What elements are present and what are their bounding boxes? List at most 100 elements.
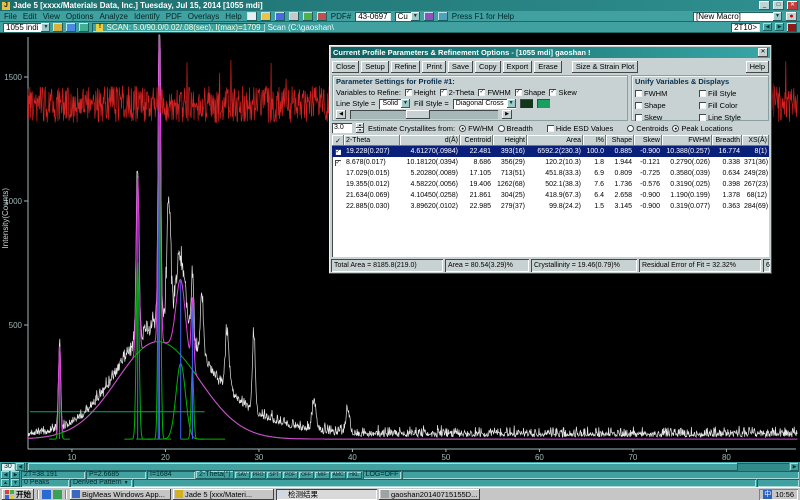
pattern-select[interactable]: Derived Pattern ▼ <box>70 479 132 487</box>
file-select[interactable]: 1055 indi▼ <box>3 23 50 32</box>
mini-button-pro[interactable]: PRO <box>251 472 266 479</box>
export-button[interactable]: Export <box>503 61 533 73</box>
unify-skew-checkbox[interactable]: Skew <box>635 113 695 122</box>
dropdown-icon[interactable]: ▼ <box>773 12 782 21</box>
close-button[interactable]: ✕ <box>787 1 798 10</box>
pdf-number-field[interactable]: 43-0697 <box>355 12 390 21</box>
menu-identify[interactable]: Identify <box>133 12 161 21</box>
menu-overlays[interactable]: Overlays <box>187 12 221 21</box>
dialog-close-button[interactable]: ✕ <box>758 48 768 57</box>
sq-analysis-icon[interactable] <box>424 12 434 21</box>
breadth-radio[interactable]: Breadth <box>498 124 533 133</box>
profile-row-3[interactable]: 17.029(0.015)5.20280(.0089)17.105713(51)… <box>332 168 769 179</box>
pan-left-button[interactable]: ◀ <box>1 471 10 479</box>
size-strain-plot-button[interactable]: Size & Strain Plot <box>572 61 638 73</box>
dropdown-icon[interactable]: ▼ <box>401 99 410 108</box>
range-next-button[interactable]: ▶ <box>775 23 784 31</box>
save-icon[interactable] <box>275 12 285 21</box>
profile-row-4[interactable]: 19.355(0.012)4.58220(.0056)19.4061262(68… <box>332 179 769 190</box>
task-jade[interactable]: Jade 5 [xxx/Materi... <box>173 489 274 500</box>
stop-icon[interactable] <box>787 23 797 32</box>
setup-button[interactable]: Setup <box>361 61 389 73</box>
open-file-icon[interactable] <box>261 12 271 21</box>
dropdown-icon[interactable]: ▼ <box>41 23 50 32</box>
fill-style-select[interactable]: Diagonal Cross▼ <box>453 99 516 109</box>
refresh-icon[interactable] <box>79 23 89 32</box>
folder-icon[interactable] <box>53 23 63 32</box>
save-button[interactable]: Save <box>448 61 473 73</box>
close-dialog-button[interactable]: Close <box>332 61 359 73</box>
refine-shape-checkbox[interactable]: ✓Shape <box>515 88 546 97</box>
refine-height-checkbox[interactable]: ✓Height <box>405 88 436 97</box>
x-axis-units-button[interactable]: 2-Theta(°) <box>196 471 234 479</box>
task-bigmeas[interactable]: BigMeas Windows App... <box>70 489 171 500</box>
fill-color-swatch[interactable] <box>537 99 550 108</box>
spin-down-button[interactable]: ▼ <box>11 479 20 487</box>
crystallite-factor-field[interactable]: 3.0 <box>332 123 352 133</box>
help-button[interactable]: Help <box>746 61 769 73</box>
dropdown-icon[interactable]: ▼ <box>124 479 129 487</box>
disk-icon[interactable] <box>66 23 76 32</box>
menu-options[interactable]: Options <box>65 12 95 21</box>
menu-analyze[interactable]: Analyze <box>98 12 128 21</box>
crystallite-factor-spinner[interactable]: ▲▼ <box>356 123 364 133</box>
mini-button-amc[interactable]: AMC <box>331 472 346 479</box>
log-scale-indicator[interactable]: LOG=OFF <box>363 471 402 479</box>
peak-search-icon[interactable] <box>303 12 313 21</box>
profile-row-1[interactable]: ✓ 19.228(0.207)4.61270(.0984)22.481393(1… <box>332 146 769 157</box>
menu-pdf[interactable]: PDF <box>165 12 183 21</box>
desktop-quicklaunch-icon[interactable] <box>53 490 62 499</box>
unify-fwhm-checkbox[interactable]: FWHM <box>635 89 695 98</box>
menu-help[interactable]: Help <box>224 12 242 21</box>
centroids-radio[interactable]: Centroids <box>627 124 668 133</box>
row-checkbox[interactable]: ✓ <box>335 149 340 155</box>
ie-quicklaunch-icon[interactable] <box>42 490 51 499</box>
record-macro-button[interactable]: ● <box>786 12 797 21</box>
spin-up-button[interactable]: ▲ <box>1 479 10 487</box>
erase-button[interactable]: Erase <box>534 61 562 73</box>
row-checkbox[interactable]: ✓ <box>335 160 340 166</box>
unify-fill-color-checkbox[interactable]: Fill Color <box>699 101 765 110</box>
scroll-right-button[interactable]: ▶ <box>790 463 799 471</box>
profile-prev-button[interactable]: ◀ <box>336 110 346 119</box>
refine-skew-checkbox[interactable]: ✓Skew <box>549 88 576 97</box>
refine-2theta-checkbox[interactable]: ✓2-Theta <box>440 88 475 97</box>
line-style-select[interactable]: Solid▼ <box>379 99 410 109</box>
mini-button-mif[interactable]: MIF <box>315 472 330 479</box>
mini-button-off[interactable]: OFF <box>299 472 314 479</box>
profile-row-6[interactable]: 22.885(0.030)3.89620(.0102)22.985279(37)… <box>332 201 769 212</box>
range-prev-button[interactable]: ◀ <box>763 23 772 31</box>
maximize-button[interactable]: □ <box>773 1 784 10</box>
profile-slider-thumb[interactable] <box>406 110 430 119</box>
anode-select[interactable]: Cu▼ <box>395 12 420 21</box>
copy-button[interactable]: Copy <box>475 61 501 73</box>
start-button[interactable]: 开始 <box>2 489 34 500</box>
fwhm-radio[interactable]: ●FW/HM <box>459 124 493 133</box>
report-icon[interactable] <box>438 12 448 21</box>
menu-file[interactable]: File <box>3 12 18 21</box>
profile-row-5[interactable]: 21.634(0.069)4.10450(.0258)21.861304(25)… <box>332 190 769 201</box>
mini-button-pdf[interactable]: PDF <box>283 472 298 479</box>
unify-fill-style-checkbox[interactable]: Fill Style <box>699 89 765 98</box>
scroll-left-button[interactable]: ◀ <box>16 463 25 471</box>
task-jiance-jieguo[interactable]: 检测结果 <box>276 489 377 500</box>
profile-slider[interactable] <box>350 110 498 119</box>
macro-select[interactable]: [New Macro]▼ <box>693 12 782 21</box>
mini-button-sav[interactable]: SAV <box>235 472 250 479</box>
h-scrollbar-thumb[interactable] <box>28 463 738 471</box>
profile-next-button[interactable]: ▶ <box>502 110 512 119</box>
hide-esd-checkbox[interactable]: Hide ESD Values <box>547 124 613 133</box>
mini-button-spt[interactable]: SPT <box>267 472 282 479</box>
range-field[interactable]: 2T10> <box>731 23 760 32</box>
minimize-button[interactable]: _ <box>759 1 770 10</box>
new-file-icon[interactable] <box>247 12 257 21</box>
unify-shape-checkbox[interactable]: Shape <box>635 101 695 110</box>
line-color-swatch[interactable] <box>520 99 533 108</box>
refine-fwhm-checkbox[interactable]: ✓FWHM <box>478 88 510 97</box>
print-button[interactable]: Print <box>422 61 445 73</box>
peak-locations-radio[interactable]: ●Peak Locations <box>672 124 732 133</box>
pan-right-button[interactable]: ▶ <box>11 471 20 479</box>
unify-line-style-checkbox[interactable]: Line Style <box>699 113 765 122</box>
dropdown-icon[interactable]: ▼ <box>411 12 420 21</box>
ime-indicator-icon[interactable]: 中 <box>763 490 772 499</box>
